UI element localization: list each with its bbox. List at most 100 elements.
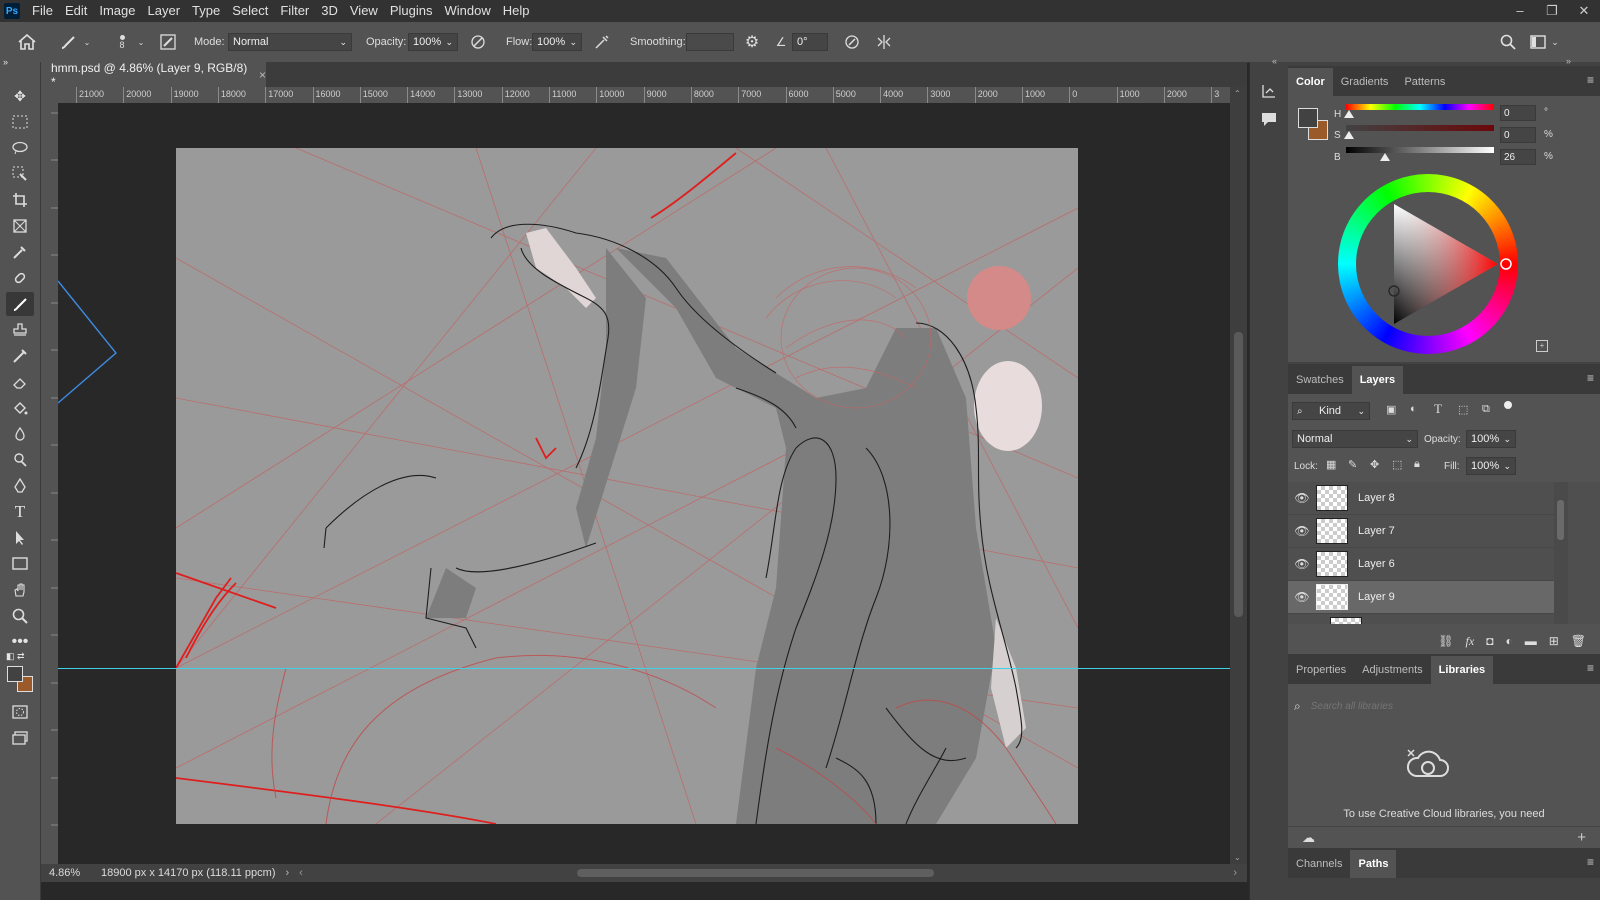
saturation-slider[interactable]: [1346, 125, 1494, 131]
tab-libraries[interactable]: Libraries: [1430, 656, 1494, 684]
symmetry-icon[interactable]: [874, 22, 894, 62]
mode-dropdown[interactable]: Normal ⌄: [228, 33, 352, 51]
flow-field[interactable]: 100% ⌄: [532, 33, 582, 51]
expand-panels-icon[interactable]: «: [1272, 56, 1277, 66]
tab-paths[interactable]: Paths: [1350, 850, 1397, 878]
history-brush-tool-icon[interactable]: [6, 344, 34, 368]
menu-window[interactable]: Window: [438, 0, 496, 22]
collapse-dock-icon[interactable]: »: [1566, 56, 1571, 66]
tab-channels[interactable]: Channels: [1288, 850, 1350, 878]
layer-opacity-field[interactable]: 100% ⌄: [1466, 430, 1516, 448]
saturation-slider-handle[interactable]: [1344, 131, 1354, 139]
menu-help[interactable]: Help: [497, 0, 536, 22]
menu-image[interactable]: Image: [93, 0, 141, 22]
zoom-tool-icon[interactable]: [6, 604, 34, 628]
minimize-button[interactable]: –: [1504, 0, 1536, 22]
pressure-size-icon[interactable]: [842, 22, 862, 62]
status-menu-chevron-icon[interactable]: ›: [276, 867, 290, 879]
menu-layer[interactable]: Layer: [142, 0, 187, 22]
hue-ring-marker[interactable]: [1500, 258, 1512, 270]
move-tool-icon[interactable]: ✥: [6, 84, 34, 108]
adjustment-layer-icon[interactable]: ◐: [1505, 634, 1512, 648]
lock-transparent-icon[interactable]: ▦: [1326, 458, 1336, 471]
frame-tool-icon[interactable]: [6, 214, 34, 238]
tab-patterns[interactable]: Patterns: [1396, 68, 1453, 96]
panel-menu-icon[interactable]: ≡: [1587, 661, 1594, 675]
hue-slider-handle[interactable]: [1344, 110, 1354, 118]
tab-layers[interactable]: Layers: [1351, 366, 1404, 394]
opacity-field[interactable]: 100% ⌄: [408, 33, 458, 51]
hand-tool-icon[interactable]: [6, 578, 34, 602]
brightness-slider-handle[interactable]: [1380, 153, 1390, 161]
tab-gradients[interactable]: Gradients: [1333, 68, 1397, 96]
eye-icon[interactable]: 👁︎: [1288, 491, 1316, 505]
menu-plugins[interactable]: Plugins: [384, 0, 439, 22]
filter-smart-object-icon[interactable]: ⧉: [1482, 403, 1496, 417]
brush-tool-preset-icon[interactable]: [58, 22, 80, 62]
collapse-toolbar-icon[interactable]: »: [3, 56, 31, 68]
brush-size-picker[interactable]: 8: [114, 22, 130, 62]
new-layer-icon[interactable]: ⊞: [1549, 634, 1559, 648]
layer-row[interactable]: 👁︎ Layer 7: [1288, 515, 1554, 548]
rectangle-tool-icon[interactable]: [6, 552, 34, 576]
type-tool-icon[interactable]: T: [6, 500, 34, 524]
layer-row[interactable]: 👁︎ Layer 6: [1288, 548, 1554, 581]
menu-select[interactable]: Select: [226, 0, 274, 22]
add-library-icon[interactable]: +: [1577, 829, 1586, 846]
vertical-ruler[interactable]: [41, 103, 58, 864]
vertical-scrollbar[interactable]: ⌃ ⌄: [1230, 87, 1247, 864]
chevron-down-icon[interactable]: ⌄: [82, 22, 92, 62]
document-tab[interactable]: hmm.psd @ 4.86% (Layer 9, RGB/8) * ×: [41, 61, 266, 89]
vertical-scroll-thumb[interactable]: [1234, 332, 1243, 617]
chevron-down-icon[interactable]: ⌄: [1550, 22, 1560, 62]
chevron-down-icon[interactable]: ⌄: [136, 22, 146, 62]
canvas-area[interactable]: [58, 103, 1230, 864]
menu-file[interactable]: File: [26, 0, 59, 22]
layer-row-selected[interactable]: 👁︎ Layer 9: [1288, 581, 1554, 614]
path-selection-tool-icon[interactable]: [6, 526, 34, 550]
tab-swatches[interactable]: Swatches: [1288, 366, 1352, 394]
blur-tool-icon[interactable]: [6, 422, 34, 446]
search-icon[interactable]: [1498, 22, 1518, 62]
layers-scroll-thumb[interactable]: [1557, 500, 1564, 540]
scroll-left-icon[interactable]: ‹: [289, 867, 303, 879]
h-value-field[interactable]: 0: [1500, 105, 1536, 121]
cloud-sync-icon[interactable]: ☁︎: [1302, 830, 1315, 846]
eye-icon[interactable]: 👁︎: [1288, 590, 1316, 604]
workspace-icon[interactable]: [1528, 22, 1548, 62]
layer-filter-dropdown[interactable]: ⌕ Kind ⌄: [1292, 402, 1370, 420]
layer-mask-icon[interactable]: ◘: [1486, 634, 1493, 648]
b-value-field[interactable]: 26: [1500, 149, 1536, 165]
s-value-field[interactable]: 0: [1500, 127, 1536, 143]
menu-type[interactable]: Type: [186, 0, 226, 22]
layer-style-icon[interactable]: fx: [1466, 634, 1475, 649]
layer-name[interactable]: Layer 9: [1358, 591, 1395, 603]
close-window-button[interactable]: ✕: [1568, 0, 1600, 22]
pressure-opacity-icon[interactable]: [468, 22, 488, 62]
filter-adjustment-icon[interactable]: ◐: [1410, 403, 1424, 417]
lock-image-icon[interactable]: ✎: [1348, 458, 1357, 471]
filter-type-icon[interactable]: T: [1434, 401, 1448, 416]
menu-3d[interactable]: 3D: [315, 0, 344, 22]
eyedropper-tool-icon[interactable]: [6, 240, 34, 264]
marquee-tool-icon[interactable]: [6, 110, 34, 134]
link-layers-icon[interactable]: ⛓︎: [1438, 634, 1453, 648]
delete-layer-icon[interactable]: 🗑︎: [1571, 634, 1586, 648]
layer-name[interactable]: Layer 6: [1358, 558, 1395, 570]
filter-pixel-icon[interactable]: ▣: [1386, 403, 1400, 417]
filter-toggle-icon[interactable]: [1504, 401, 1512, 409]
lasso-tool-icon[interactable]: [6, 136, 34, 160]
panel-menu-icon[interactable]: ≡: [1587, 371, 1594, 385]
paint-bucket-tool-icon[interactable]: [6, 396, 34, 420]
eye-icon[interactable]: 👁︎: [1288, 623, 1316, 624]
menu-filter[interactable]: Filter: [274, 0, 315, 22]
comments-panel-icon[interactable]: [1260, 110, 1278, 131]
angle-field[interactable]: 0°: [792, 33, 828, 51]
layer-row[interactable]: 👁︎ Layer 8: [1288, 482, 1554, 515]
lock-all-icon[interactable]: 🔒︎: [1414, 458, 1420, 471]
eye-icon[interactable]: 👁︎: [1288, 557, 1316, 571]
object-selection-tool-icon[interactable]: [6, 162, 34, 186]
menu-edit[interactable]: Edit: [59, 0, 93, 22]
pen-tool-icon[interactable]: [6, 474, 34, 498]
swap-colors-icon[interactable]: ◧ ⇄: [6, 650, 34, 662]
